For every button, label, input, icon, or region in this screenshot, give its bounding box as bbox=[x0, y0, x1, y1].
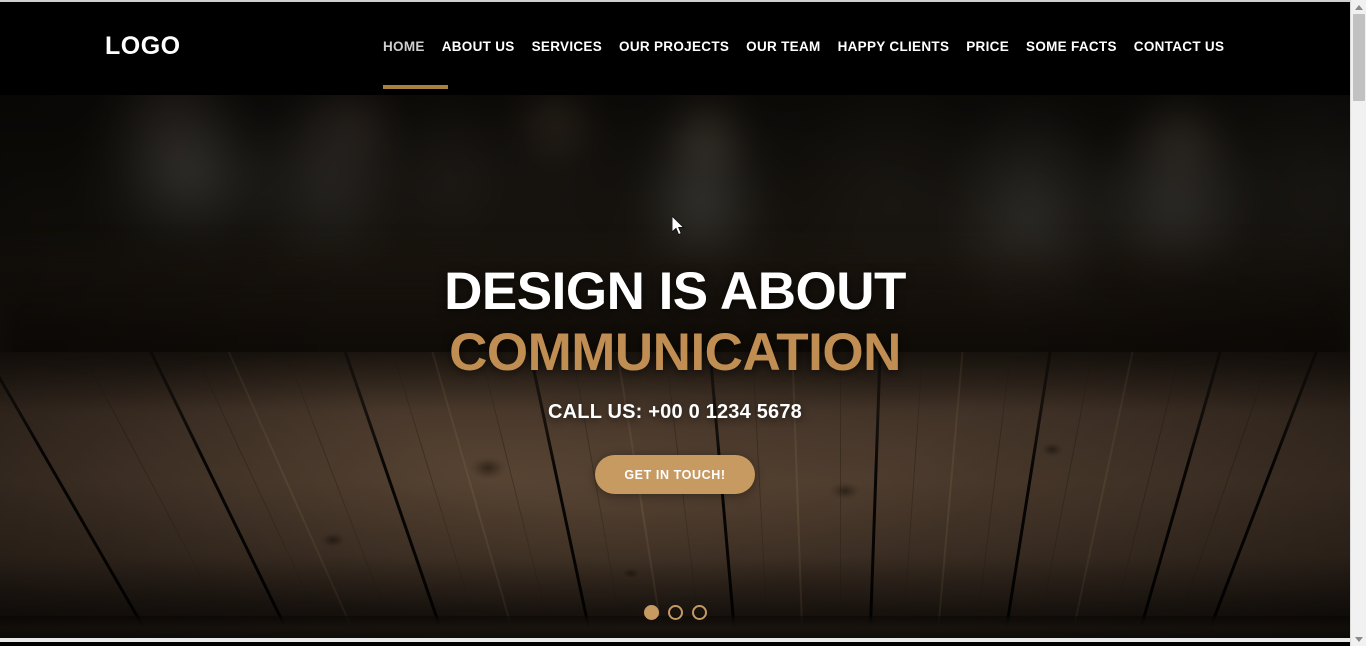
page-top-border bbox=[0, 0, 1350, 2]
nav-item-our-team[interactable]: OUR TEAM bbox=[746, 38, 820, 56]
site-logo[interactable]: LOGO bbox=[105, 34, 181, 59]
nav-item-home[interactable]: HOME bbox=[383, 38, 425, 56]
webpage-root: LOGO HOME ABOUT US SERVICES OUR PROJECTS… bbox=[0, 0, 1350, 642]
nav-item-contact-us[interactable]: CONTACT US bbox=[1134, 38, 1225, 56]
hero-content: DESIGN IS ABOUT COMMUNICATION CALL US: +… bbox=[0, 0, 1350, 642]
nav-item-services[interactable]: SERVICES bbox=[532, 38, 602, 56]
main-navigation: HOME ABOUT US SERVICES OUR PROJECTS OUR … bbox=[383, 38, 1224, 56]
page-bottom-border bbox=[0, 638, 1350, 642]
nav-item-some-facts[interactable]: SOME FACTS bbox=[1026, 38, 1117, 56]
hero-headline-line-1: DESIGN IS ABOUT bbox=[444, 262, 906, 321]
vertical-scrollbar[interactable] bbox=[1350, 0, 1366, 646]
nav-item-happy-clients[interactable]: HAPPY CLIENTS bbox=[838, 38, 950, 56]
scroll-up-arrow-icon[interactable] bbox=[1351, 0, 1366, 14]
site-header: LOGO HOME ABOUT US SERVICES OUR PROJECTS… bbox=[0, 2, 1350, 95]
carousel-dots bbox=[0, 605, 1350, 620]
scroll-down-arrow-icon[interactable] bbox=[1351, 632, 1366, 646]
hero-call-us-text: CALL US: +00 0 1234 5678 bbox=[547, 401, 803, 423]
carousel-dot-2[interactable] bbox=[667, 605, 683, 620]
hero-headline-line-2: COMMUNICATION bbox=[449, 323, 901, 382]
scrollbar-thumb[interactable] bbox=[1353, 14, 1365, 101]
nav-item-our-projects[interactable]: OUR PROJECTS bbox=[619, 38, 729, 56]
nav-item-about-us[interactable]: ABOUT US bbox=[442, 38, 515, 56]
nav-item-price[interactable]: PRICE bbox=[966, 38, 1009, 56]
get-in-touch-button[interactable]: GET IN TOUCH! bbox=[595, 455, 755, 494]
carousel-dot-1[interactable] bbox=[643, 605, 659, 620]
nav-active-indicator bbox=[383, 85, 448, 89]
carousel-dot-3[interactable] bbox=[691, 605, 707, 620]
hero-cta-wrapper: GET IN TOUCH! bbox=[0, 455, 1350, 494]
browser-viewport: LOGO HOME ABOUT US SERVICES OUR PROJECTS… bbox=[0, 0, 1366, 646]
